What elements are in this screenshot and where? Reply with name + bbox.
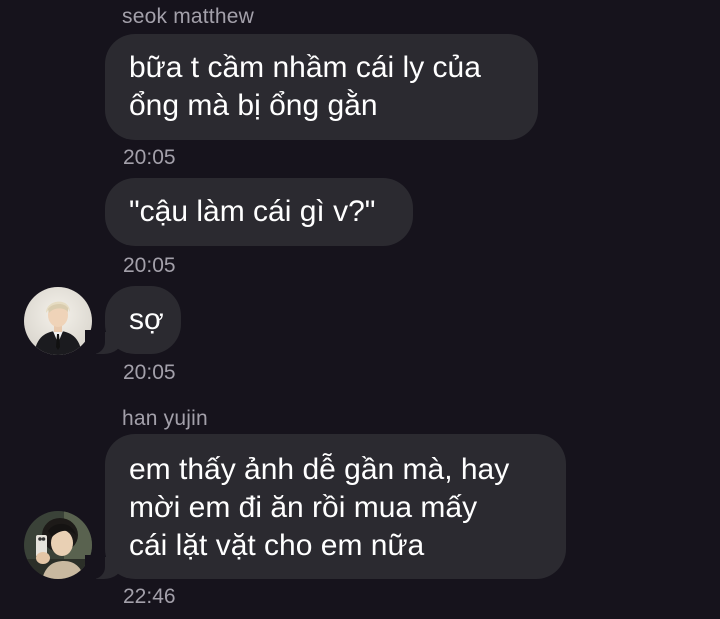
profile-photo-icon — [24, 511, 92, 579]
message-bubble[interactable]: em thấy ảnh dễ gần mà, hay mời em đi ăn … — [85, 434, 566, 579]
message-timestamp: 20:05 — [123, 146, 176, 169]
message-text-line: em thấy ảnh dễ gần mà, hay — [129, 453, 510, 486]
message-text-line: sợ — [129, 303, 164, 336]
message-text-line: mời em đi ăn rồi mua mấy — [129, 491, 478, 524]
message-text-line: cái lặt vặt cho em nữa — [129, 529, 425, 562]
message-text-line: "cậu làm cái gì v?" — [129, 195, 376, 228]
message-text-line: ổng mà bị ổng gằn — [129, 89, 378, 122]
message-timestamp: 20:05 — [123, 254, 176, 277]
message-text-line: bữa t cầm nhầm cái ly của — [129, 51, 481, 84]
sender-name: seok matthew — [122, 5, 254, 28]
sender-avatar[interactable] — [24, 287, 92, 355]
message-bubble[interactable]: sợ — [85, 286, 181, 354]
sender-avatar[interactable] — [24, 511, 92, 579]
message-bubble[interactable]: "cậu làm cái gì v?" — [105, 178, 413, 246]
sender-name: han yujin — [122, 407, 208, 430]
message-timestamp: 20:05 — [123, 361, 176, 384]
profile-photo-icon — [24, 287, 92, 355]
message-bubble[interactable]: bữa t cầm nhầm cái ly của ổng mà bị ổng … — [105, 34, 538, 140]
message-timestamp: 22:46 — [123, 585, 176, 608]
